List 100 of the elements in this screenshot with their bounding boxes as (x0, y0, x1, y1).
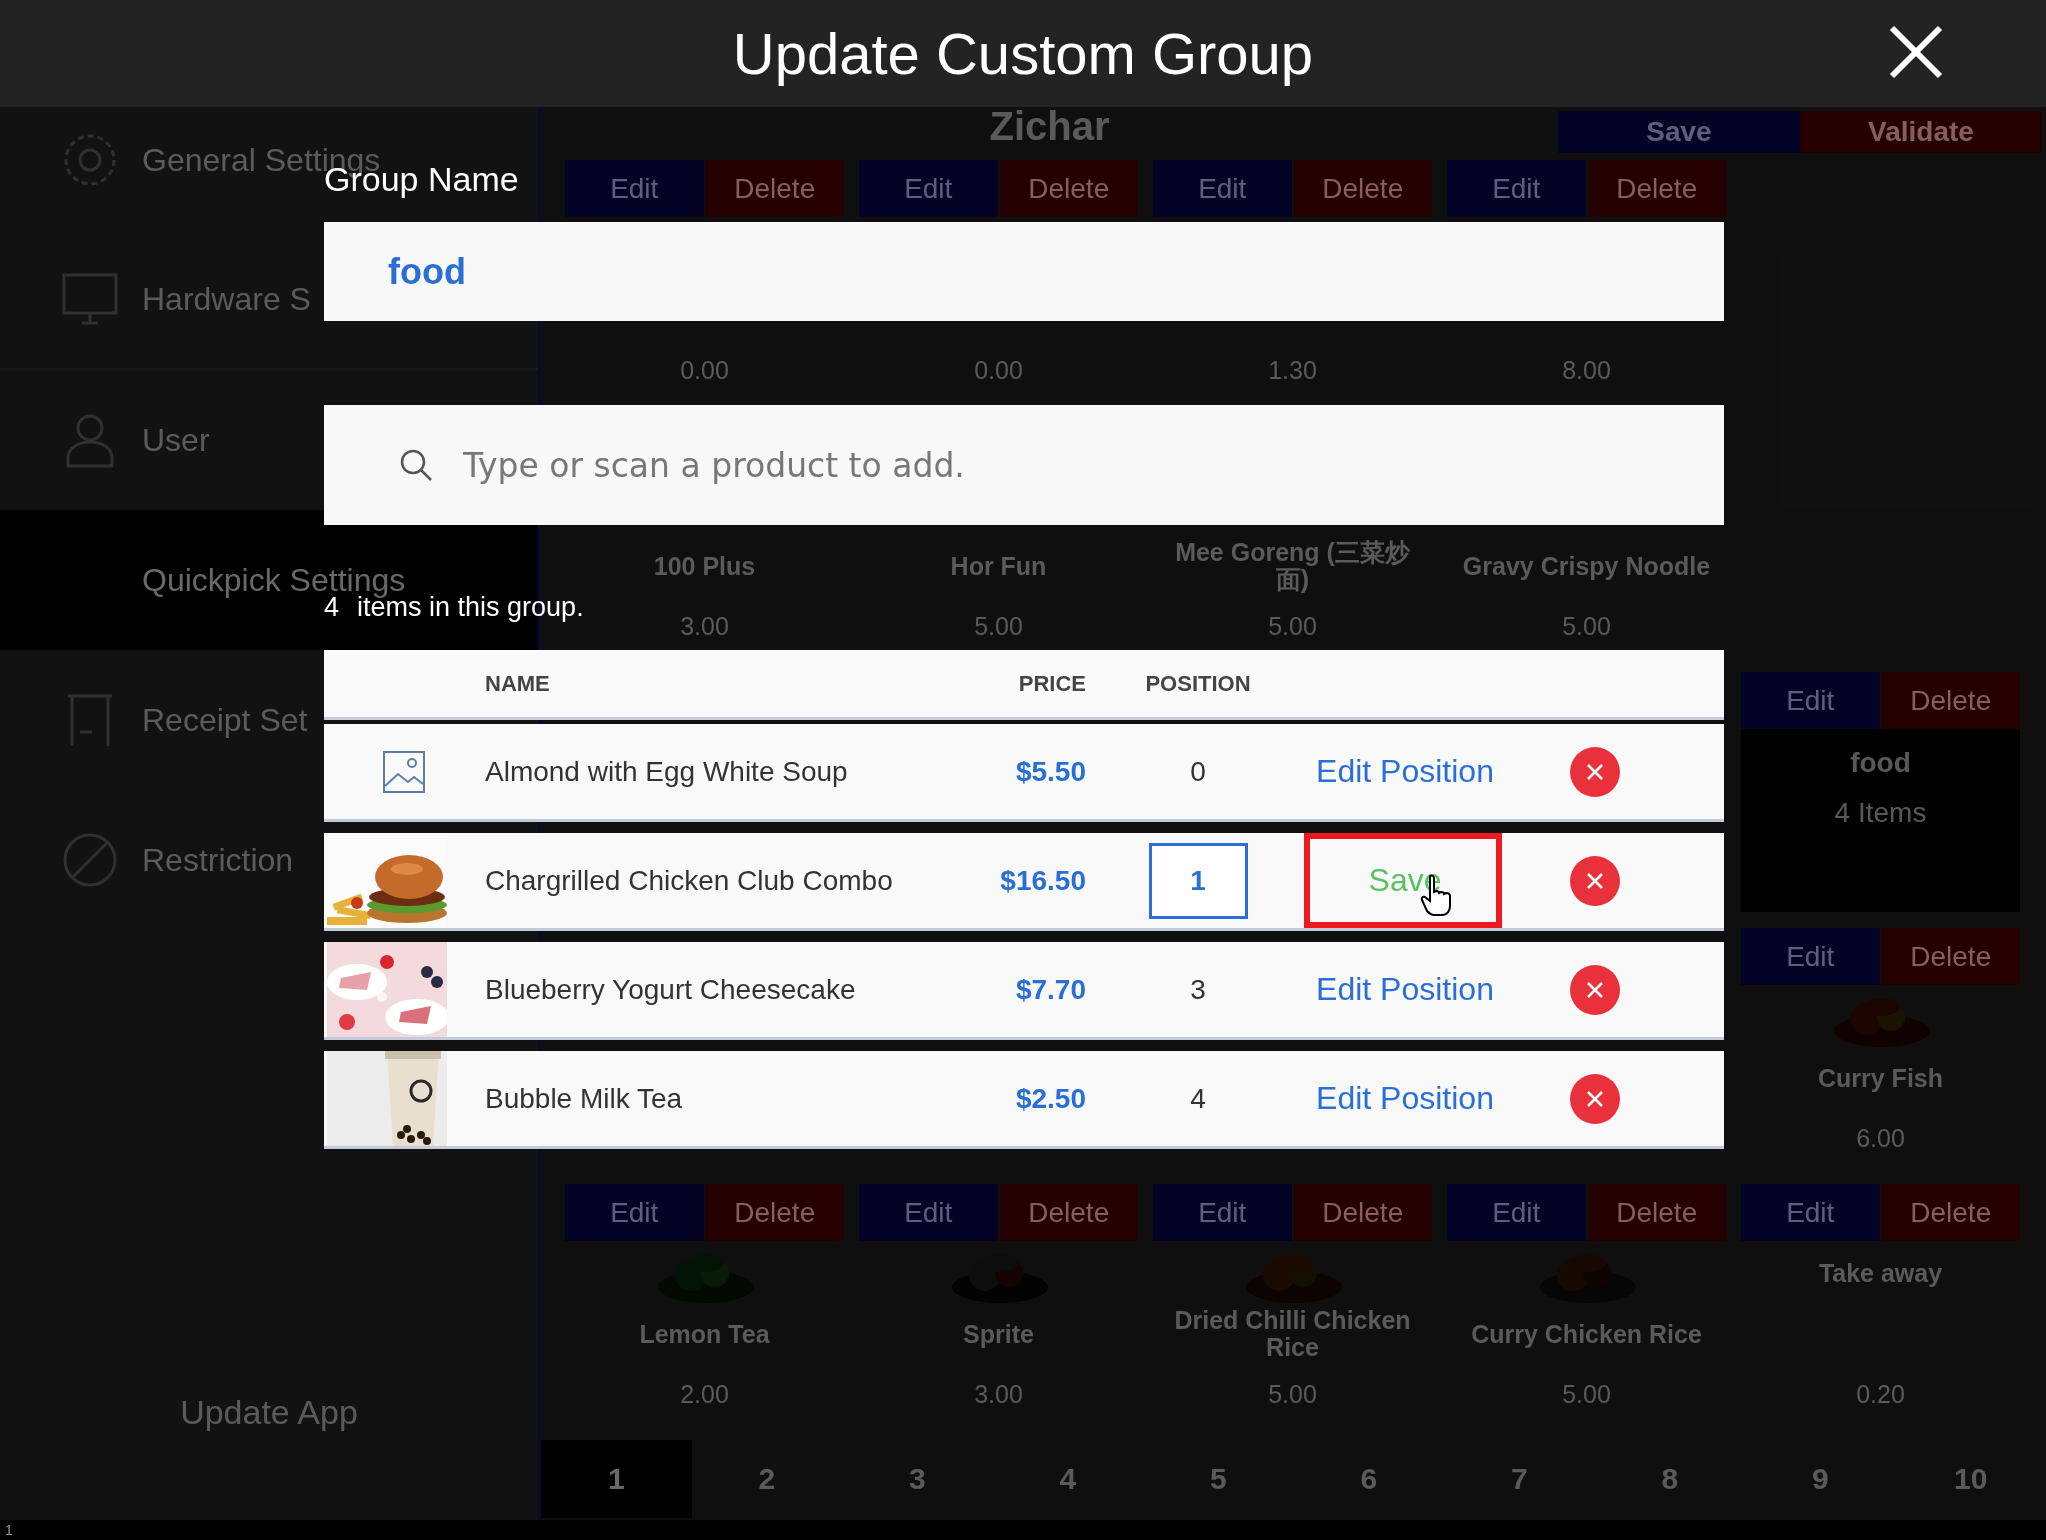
remove-button[interactable] (1570, 964, 1620, 1015)
delete-button[interactable]: Delete (1293, 160, 1432, 217)
position-field[interactable]: 1 (1148, 842, 1248, 919)
product-name: Bubble Milk Tea (485, 1082, 684, 1115)
edit-button[interactable]: Edit (1741, 1184, 1880, 1241)
edit-position-button[interactable]: Edit Position (1316, 753, 1494, 790)
sidebar-item[interactable]: User (142, 421, 210, 459)
product-price: 1.30 (1268, 355, 1317, 385)
position-value: 3 (1190, 973, 1206, 1006)
product-price: 5.00 (1268, 1379, 1317, 1409)
delete-button[interactable]: Delete (1881, 1184, 2020, 1241)
position-value: 0 (1190, 755, 1206, 788)
cross-icon (1585, 1088, 1605, 1109)
page-button[interactable]: 2 (691, 1440, 842, 1518)
product-name: Lemon Tea (639, 1320, 770, 1348)
product-name: 100 Plus (653, 552, 756, 580)
sidebar-item[interactable]: Receipt Set (142, 701, 308, 739)
edit-button[interactable]: Edit (859, 1184, 998, 1241)
product-name: Blueberry Yogurt Cheesecake (485, 973, 857, 1006)
product-name: Gravy Crispy Noodle (1462, 552, 1711, 580)
product-name: Chargrilled Chicken Club Combo (485, 864, 894, 897)
dialog-title: Update Custom Group (732, 20, 1314, 87)
remove-button[interactable] (1570, 855, 1620, 906)
page-button[interactable]: 6 (1293, 1440, 1444, 1518)
edit-button[interactable]: Edit (565, 1184, 704, 1241)
product-price: 3.00 (974, 1379, 1023, 1409)
product-name: Almond with Egg White Soup (485, 755, 849, 788)
position-value: 4 (1190, 1082, 1206, 1115)
cross-icon (1585, 870, 1605, 891)
update-app-link[interactable]: Update App (180, 1393, 358, 1432)
item-count: 4 (324, 591, 340, 623)
edit-button[interactable]: Edit (1741, 928, 1880, 985)
product-price: 5.00 (974, 611, 1023, 641)
product-price: 8.00 (1562, 355, 1611, 385)
group-tile[interactable]: food 4 Items (1741, 729, 2020, 912)
product-price: $5.50 (1015, 755, 1086, 788)
page-button[interactable]: 9 (1745, 1440, 1896, 1518)
delete-button[interactable]: Delete (1881, 672, 2020, 729)
validate-button[interactable]: Validate (1800, 111, 2042, 153)
delete-button[interactable]: Delete (705, 1184, 844, 1241)
product-price: 5.00 (1562, 611, 1611, 641)
cross-icon (1585, 979, 1605, 1000)
product-price: 6.00 (1856, 1123, 1905, 1153)
product-price: 5.00 (1268, 611, 1317, 641)
product-name: Take away (1818, 1260, 1943, 1287)
page-button[interactable]: 7 (1444, 1440, 1595, 1518)
delete-button[interactable]: Delete (1587, 1184, 1726, 1241)
group-name: food (1850, 747, 1911, 779)
item-count: 4 Items (1834, 797, 1927, 829)
delete-button[interactable]: Delete (705, 160, 844, 217)
edit-button[interactable]: Edit (565, 160, 704, 217)
product-name: Sprite (963, 1320, 1034, 1348)
product-price: $7.70 (1015, 973, 1086, 1006)
sidebar-item[interactable]: Hardware S (142, 280, 311, 318)
page-title: Zichar (988, 104, 1111, 149)
edit-button[interactable]: Edit (859, 160, 998, 217)
delete-button[interactable]: Delete (999, 1184, 1138, 1241)
edit-button[interactable]: Edit (1153, 1184, 1292, 1241)
edit-button[interactable]: Edit (1447, 1184, 1586, 1241)
delete-button[interactable]: Delete (1587, 160, 1726, 217)
product-price: 3.00 (680, 611, 729, 641)
page-button[interactable]: 1 (541, 1440, 692, 1518)
product-name: Curry Fish (1818, 1064, 1943, 1092)
edit-position-button[interactable]: Edit Position (1316, 971, 1494, 1008)
search-field[interactable]: Type or scan a product to add. (324, 405, 1724, 525)
page-button[interactable]: 10 (1895, 1440, 2046, 1518)
page-button[interactable]: 4 (992, 1440, 1143, 1518)
edit-position-button[interactable]: Edit Position (1316, 1080, 1494, 1117)
product-name: Mee Goreng (三菜炒面) (1174, 539, 1411, 593)
cross-icon (1585, 761, 1605, 782)
sidebar-item[interactable]: Restriction (142, 841, 294, 879)
group-name-field[interactable]: food (324, 222, 1724, 321)
product-price: 5.00 (1562, 1379, 1611, 1409)
remove-button[interactable] (1570, 1073, 1620, 1124)
image-placeholder-icon (382, 749, 426, 794)
search-icon (399, 448, 433, 482)
delete-button[interactable]: Delete (1293, 1184, 1432, 1241)
edit-button[interactable]: Edit (1741, 672, 1880, 729)
column-header: POSITION (1145, 670, 1251, 697)
column-header: PRICE (1018, 670, 1086, 697)
product-price: $2.50 (1015, 1082, 1086, 1115)
product-name: Dried Chilli Chicken Rice (1173, 1307, 1412, 1361)
edit-button[interactable]: Edit (1153, 160, 1292, 217)
status-text: 1 (5, 1522, 13, 1538)
product-price: $16.50 (1000, 864, 1086, 897)
page-button[interactable]: 8 (1594, 1440, 1745, 1518)
product-name: Curry Chicken Rice (1471, 1320, 1702, 1348)
save-button[interactable]: Save (1558, 111, 1800, 153)
delete-button[interactable]: Delete (999, 160, 1138, 217)
page-button[interactable]: 5 (1143, 1440, 1294, 1518)
product-price: 2.00 (680, 1379, 729, 1409)
product-price: 0.20 (1856, 1379, 1905, 1409)
delete-button[interactable]: Delete (1881, 928, 2020, 985)
product-name: Hor Fun (950, 552, 1047, 580)
edit-button[interactable]: Edit (1447, 160, 1586, 217)
column-header: NAME (485, 670, 551, 697)
remove-button[interactable] (1570, 746, 1620, 797)
page-button[interactable]: 3 (842, 1440, 993, 1518)
product-price: 0.00 (680, 355, 729, 385)
product-price: 0.00 (974, 355, 1023, 385)
